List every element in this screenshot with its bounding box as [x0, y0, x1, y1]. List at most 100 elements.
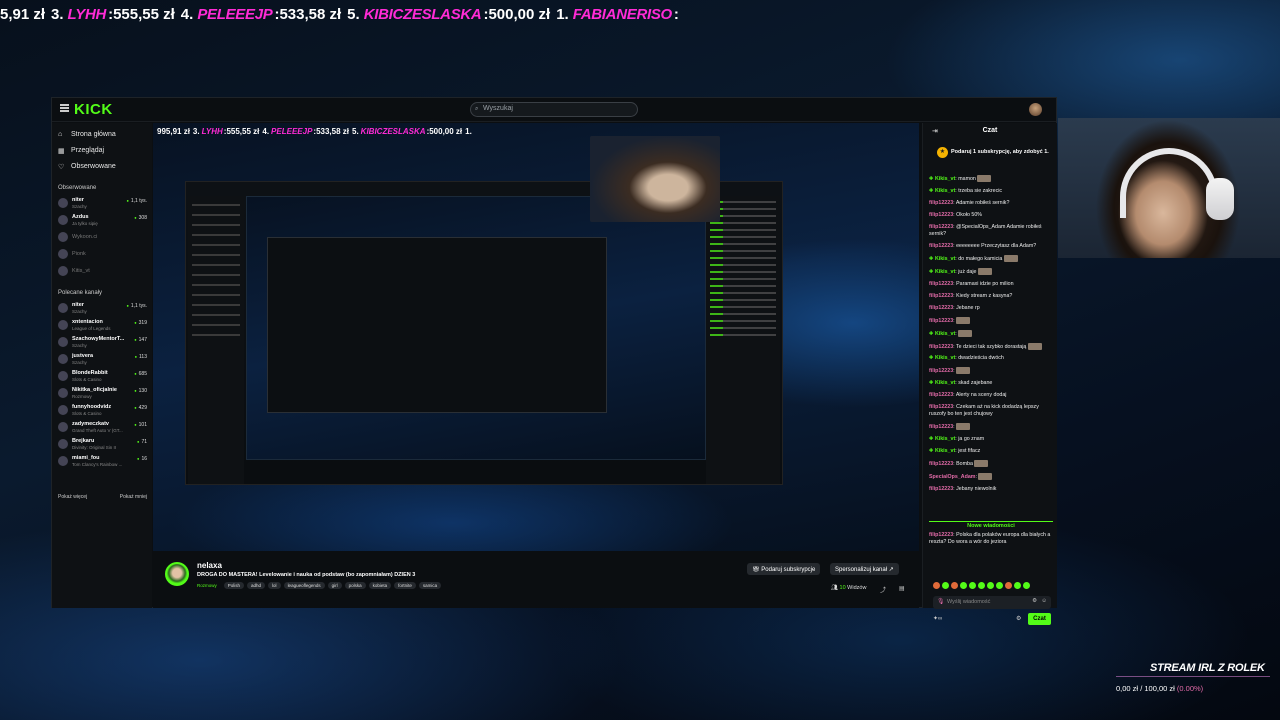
emote-icon[interactable]: [960, 582, 967, 589]
stream-tag[interactable]: adhd: [247, 582, 266, 589]
chat-text: mamon: [958, 175, 976, 182]
emote-icon[interactable]: [933, 582, 940, 589]
channel-item[interactable]: Kitis_vt: [52, 263, 152, 280]
chat-username[interactable]: filip12223: [929, 212, 953, 218]
user-avatar[interactable]: [1029, 103, 1042, 116]
points-indicator[interactable]: ✦∞: [933, 615, 942, 622]
chat-username[interactable]: filip12223: [929, 392, 953, 398]
stream-tag[interactable]: fortnite: [394, 582, 416, 589]
mic-icon[interactable]: 🎙︎: [937, 598, 945, 605]
chat-username[interactable]: filip12223: [929, 486, 953, 492]
show-less-link[interactable]: Pokaż mniej: [120, 494, 147, 500]
chat-username[interactable]: filip12223: [929, 293, 953, 299]
show-more-link[interactable]: Pokaż więcej: [58, 494, 87, 500]
channel-viewers: 319: [134, 320, 147, 326]
chat-username[interactable]: Kikis_vt: [935, 176, 955, 182]
chat-username[interactable]: Kikis_vt: [935, 188, 955, 194]
channel-item[interactable]: BlondeRabbitSlots & Casino 685: [52, 368, 152, 385]
channel-item[interactable]: AzdusJa tylko sipię 308: [52, 212, 152, 229]
stream-tag[interactable]: girl: [327, 582, 342, 589]
menu-icon[interactable]: [60, 104, 69, 112]
collapse-chat-icon[interactable]: ⇥: [932, 127, 938, 135]
chat-username[interactable]: filip12223: [929, 461, 953, 467]
emote-icon[interactable]: [942, 582, 949, 589]
nav-item-1[interactable]: ⌂ Strona główna: [52, 127, 152, 143]
emote-icon[interactable]: [1023, 582, 1030, 589]
chat-text: do małego kamicia: [958, 255, 1003, 262]
chat-username[interactable]: Kikis_vt: [935, 269, 955, 275]
channel-item[interactable]: Nikitka_oficjalnieRozmowy 130: [52, 385, 152, 402]
channel-item[interactable]: Pionk: [52, 246, 152, 263]
command-icon[interactable]: ⚙: [1032, 598, 1037, 604]
emote-bar: [933, 582, 1030, 589]
chat-username[interactable]: Kikis_vt: [935, 256, 955, 262]
chat-username[interactable]: Kikis_vt: [935, 448, 955, 454]
gift-subscription-button[interactable]: 🎁︎ Podaruj subskrypcje: [747, 563, 821, 575]
send-chat-button[interactable]: Czat: [1028, 613, 1051, 625]
bookmark-icon[interactable]: ▤: [899, 585, 905, 592]
channel-item[interactable]: SzachowyMentorT...Szachy 147: [52, 334, 152, 351]
chat-username[interactable]: Kikis_vt: [935, 380, 955, 386]
chat-username[interactable]: filip12223: [929, 404, 953, 410]
chat-username[interactable]: filip12223: [929, 243, 953, 249]
search-input[interactable]: ⌕ Wyszukaj: [470, 102, 638, 117]
ticker-amount: 500,00 zł: [488, 6, 551, 23]
share-icon[interactable]: ⤴: [880, 585, 886, 594]
channel-item[interactable]: zadymeczkatvGrand Theft Auto V (GT... 101: [52, 419, 152, 436]
channel-category: Szachy: [72, 343, 87, 348]
chat-username[interactable]: filip12223: [929, 305, 953, 311]
chat-username[interactable]: filip12223: [929, 532, 953, 538]
chat-username[interactable]: filip12223: [929, 200, 953, 206]
emote-icon[interactable]: [951, 582, 958, 589]
stream-tag[interactable]: Polish: [223, 582, 245, 589]
sub-banner[interactable]: ★ Podaruj 1 subskrypcję, aby zdobyć 1.: [935, 146, 1053, 160]
chat-username[interactable]: filip12223: [929, 368, 953, 374]
emote-icon[interactable]: [969, 582, 976, 589]
chat-username[interactable]: filip12223: [929, 281, 953, 287]
category-tag[interactable]: Rozmowy: [197, 582, 221, 589]
chat-username[interactable]: filip12223: [929, 343, 953, 349]
emote-icon[interactable]: [987, 582, 994, 589]
chat-badge-icon: ✚: [929, 448, 934, 455]
emote-icon[interactable]: [1014, 582, 1021, 589]
stream-tag[interactable]: leagueoflegends: [283, 582, 325, 589]
new-messages-divider[interactable]: Nowe wiadomości: [929, 521, 1053, 529]
stream-tag[interactable]: kobieta: [368, 582, 392, 589]
channel-item[interactable]: xntentacionLeague of Legends 319: [52, 317, 152, 334]
stream-tag[interactable]: lol: [268, 582, 281, 589]
nested-chat: [706, 196, 780, 484]
channel-item[interactable]: funnyhoodvidzSlots & Casino 429: [52, 402, 152, 419]
chat-username[interactable]: Kikis_vt: [935, 436, 955, 442]
chat-username[interactable]: filip12223: [929, 424, 953, 430]
channel-item[interactable]: niterSzachy 1,1 tys.: [52, 195, 152, 212]
emoji-icon[interactable]: ☺: [1041, 598, 1047, 604]
chat-username[interactable]: filip12223: [929, 224, 953, 230]
stream-tag[interactable]: polska: [344, 582, 366, 589]
streamer-avatar[interactable]: [165, 562, 189, 586]
channel-item[interactable]: justveraSzachy 113: [52, 351, 152, 368]
channel-category: Ja tylko sipię: [72, 221, 98, 226]
customize-channel-button[interactable]: Spersonalizuj kanał ↗: [830, 563, 899, 575]
stream-tag[interactable]: samica: [418, 582, 442, 589]
nav-item-3[interactable]: ♡ Obserwowane: [52, 159, 152, 175]
video-player[interactable]: 995,91 zł 3. LYHH:555,55 zł 4. PELEEEJP:533,…: [153, 123, 919, 551]
channel-item[interactable]: Wykoon.ci: [52, 229, 152, 246]
ticker-amount: 533,58 zł: [279, 6, 342, 23]
channel-name: Pionk: [72, 251, 86, 257]
emote-icon[interactable]: [978, 582, 985, 589]
streamer-name[interactable]: nelaxa: [197, 561, 222, 570]
kick-logo[interactable]: KICK: [74, 101, 113, 118]
chat-username[interactable]: SpecialOps_Adam: [929, 474, 976, 480]
chat-username[interactable]: Kikis_vt: [935, 355, 955, 361]
emote-icon[interactable]: [996, 582, 1003, 589]
chat-username[interactable]: filip12223: [929, 318, 953, 324]
channel-item[interactable]: niterSzachy 1,1 tys.: [52, 300, 152, 317]
emote-icon[interactable]: [1005, 582, 1012, 589]
chat-input[interactable]: 🎙︎ Wyślij wiadomość ⚙ ☺: [933, 596, 1051, 609]
nav-item-2[interactable]: ▦ Przeglądaj: [52, 143, 152, 159]
channel-viewers: 130: [134, 388, 147, 394]
chat-username[interactable]: Kikis_vt: [935, 331, 955, 337]
channel-item[interactable]: miami_fouTom Clancy's Rainbow ... 16: [52, 453, 152, 470]
channel-item[interactable]: BrejkaruDivinity: Original Sin II 71: [52, 436, 152, 453]
chat-settings-icon[interactable]: ⚙: [1016, 615, 1021, 622]
